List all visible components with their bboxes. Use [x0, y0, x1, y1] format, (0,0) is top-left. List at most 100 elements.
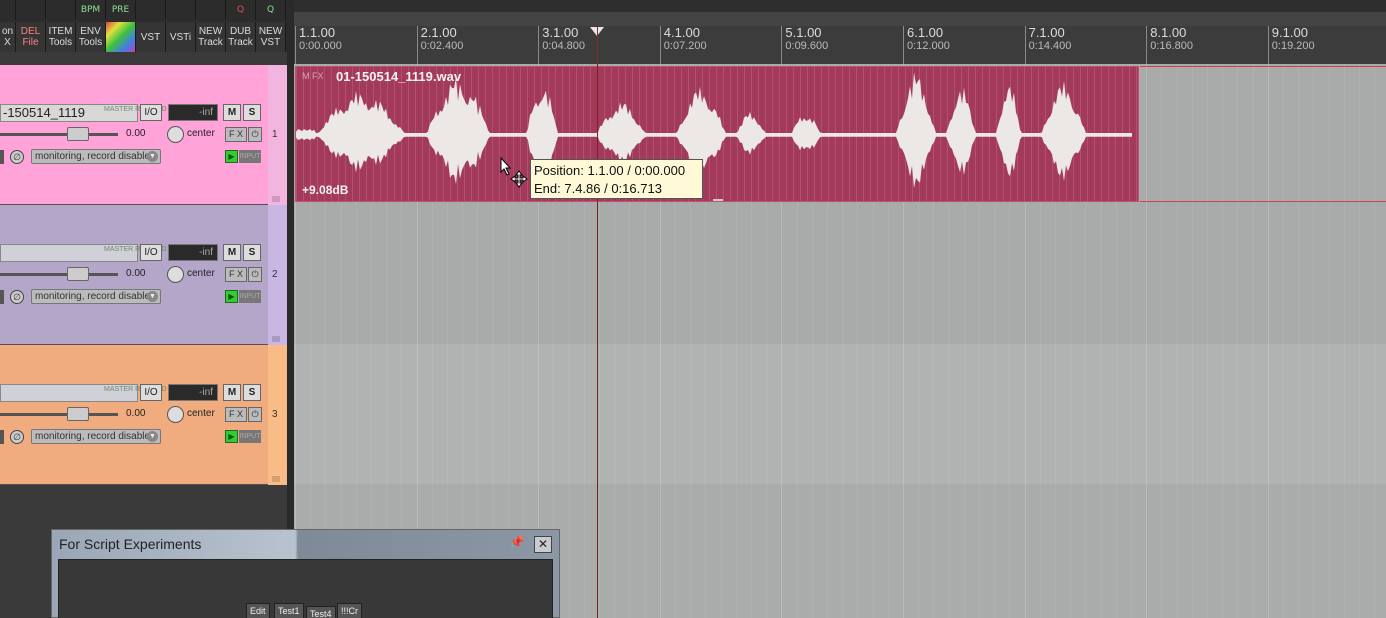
record-monitor-play-icon[interactable]: ▶ — [225, 290, 238, 303]
io-button[interactable]: I/O — [140, 104, 162, 121]
fx-bypass-power-icon[interactable]: ⏻ — [248, 407, 262, 422]
toolbar-pre-icon[interactable]: PRE — [106, 0, 136, 20]
toolbar-button-label-1: NEW — [258, 26, 283, 37]
phase-invert-icon[interactable]: ∅ — [10, 290, 24, 304]
volume-meter[interactable]: -inf — [168, 104, 218, 121]
grid-line-beat — [1191, 64, 1193, 618]
toolbar-button-new-vst[interactable]: NEW VST — [256, 22, 286, 52]
ruler-bar-label: 1.1.00 — [299, 25, 336, 40]
volume-fader-knob[interactable] — [67, 267, 89, 281]
ruler-mark: 7.1.00 0:14.400 — [1024, 26, 1072, 64]
pan-label: center — [187, 268, 215, 279]
toolbar-q-green-icon[interactable]: Q — [256, 0, 286, 20]
volume-fader-knob[interactable] — [67, 407, 89, 421]
toolbar-button-item-tools[interactable]: ITEM Tools — [46, 22, 76, 52]
toolbar-bpm-icon[interactable]: BPM — [76, 0, 106, 20]
fx-bypass-power-icon[interactable]: ⏻ — [248, 127, 262, 142]
tooltip-end: End: 7.4.86 / 0:16.713 — [534, 181, 662, 196]
ruler-mark: 8.1.00 0:16.800 — [1146, 26, 1193, 64]
pan-knob[interactable] — [167, 266, 184, 283]
fx-bypass-power-icon[interactable]: ⏻ — [248, 267, 262, 282]
selection-bottom-line — [1140, 201, 1386, 202]
toolbar-button-x[interactable]: on X — [0, 22, 16, 52]
toolbar-button-dub-track[interactable]: DUB Track — [226, 22, 256, 52]
toolbar-midi-icon[interactable] — [46, 0, 76, 20]
grid-line-beat — [1176, 64, 1178, 618]
toolbar-loop-icon[interactable] — [196, 0, 226, 20]
mute-button[interactable]: M — [223, 244, 241, 261]
toolbar-hand-icon[interactable] — [16, 0, 46, 20]
toolbar-button-vsti[interactable]: VSTi — [166, 22, 196, 52]
track-resize-handle[interactable] — [272, 476, 280, 482]
item-mute-fx-icons[interactable]: M FX — [302, 71, 324, 81]
ruler-mark: 6.1.00 0:12.000 — [903, 26, 950, 64]
toolbar-button-new-track[interactable]: NEW Track — [196, 22, 226, 52]
phase-invert-icon[interactable]: ∅ — [10, 430, 24, 444]
track-panel-3[interactable]: 3 MASTER RCV SND I/O -inf M S 0.00 cente… — [0, 345, 287, 485]
pan-knob[interactable] — [167, 126, 184, 143]
volume-fader-track[interactable] — [0, 413, 118, 416]
mute-button[interactable]: M — [223, 384, 241, 401]
track-panel-2[interactable]: 2 MASTER RCV SND I/O -inf M S 0.00 cente… — [0, 205, 287, 345]
track-number: 1 — [272, 129, 278, 140]
item-volume-handle[interactable] — [713, 199, 723, 201]
script-button-edit[interactable]: Edit — [246, 603, 270, 618]
record-monitor-play-icon[interactable]: ▶ — [225, 150, 238, 163]
chevron-down-icon: ▼ — [147, 291, 158, 302]
volume-fader-knob[interactable] — [67, 127, 89, 141]
ruler-mark: 5.1.00 0:09.600 — [781, 26, 828, 64]
ruler-time-label: 0:12.000 — [907, 40, 950, 52]
monitoring-dropdown[interactable]: monitoring, record disabled ▼ — [31, 289, 161, 304]
volume-fader-track[interactable] — [0, 133, 118, 136]
script-button-test4[interactable]: Test4 — [306, 606, 336, 618]
item-name: 01-150514_1119.wav — [336, 69, 462, 84]
monitoring-dropdown[interactable]: monitoring, record disabled ▼ — [31, 429, 161, 444]
toolbar-x-icon[interactable] — [0, 0, 16, 20]
pan-knob[interactable] — [167, 406, 184, 423]
solo-button[interactable]: S — [243, 104, 261, 121]
ruler-bar-label: 2.1.00 — [420, 25, 457, 40]
toolbar-tuner-icon[interactable] — [136, 0, 166, 20]
pin-icon[interactable]: 📌 — [509, 535, 525, 551]
script-button-test1[interactable]: Test1 — [274, 603, 304, 618]
ruler-region-band[interactable] — [294, 12, 1386, 26]
phase-invert-icon[interactable]: ∅ — [10, 150, 24, 164]
toolbar-grid-icon[interactable] — [166, 0, 196, 20]
io-button[interactable]: I/O — [140, 384, 162, 401]
record-monitor-play-icon[interactable]: ▶ — [225, 430, 238, 443]
waveform-shape — [296, 72, 1132, 189]
io-button[interactable]: I/O — [140, 244, 162, 261]
solo-button[interactable]: S — [243, 244, 261, 261]
record-arm-button[interactable] — [0, 290, 4, 304]
script-button-cr[interactable]: !!!Cr — [337, 603, 362, 618]
timeline-ruler[interactable]: 1.1.00 0:00.000 2.1.00 0:02.400 3.1.00 0:04.8… — [294, 0, 1386, 64]
record-arm-button[interactable] — [0, 150, 4, 164]
monitoring-label: monitoring, record disabled — [35, 431, 156, 442]
volume-fader-track[interactable] — [0, 273, 118, 276]
toolbar-button-vst[interactable]: VST — [136, 22, 166, 52]
track-panel-1[interactable]: 1 -150514_1119 MASTER RCV SND I/O -inf M… — [0, 65, 287, 205]
fx-button[interactable]: F X — [225, 407, 247, 422]
drag-tooltip: Position: 1.1.00 / 0:00.000 End: 7.4.86 … — [530, 159, 703, 199]
track-resize-handle[interactable] — [272, 196, 280, 202]
toolbar-q-red-icon[interactable]: Q — [226, 0, 256, 20]
volume-meter[interactable]: -inf — [168, 384, 218, 401]
solo-button[interactable]: S — [243, 384, 261, 401]
ruler-time-label: 0:14.400 — [1028, 40, 1072, 52]
close-button[interactable]: ✕ — [534, 536, 552, 553]
track-resize-handle[interactable] — [272, 336, 280, 342]
media-item[interactable]: M FX 01-150514_1119.wav +9.08dB — [295, 66, 1139, 202]
fx-button[interactable]: F X — [225, 127, 247, 142]
grid-line-beat — [1298, 64, 1300, 618]
record-arm-button[interactable] — [0, 430, 4, 444]
monitoring-dropdown[interactable]: monitoring, record disabled ▼ — [31, 149, 161, 164]
fx-button[interactable]: F X — [225, 267, 247, 282]
panel-divider[interactable] — [287, 0, 294, 618]
mute-button[interactable]: M — [223, 104, 241, 121]
track-name: -150514_1119 — [3, 105, 85, 120]
color-picker-icon[interactable] — [106, 22, 136, 52]
volume-meter[interactable]: -inf — [168, 244, 218, 261]
edit-cursor-line — [597, 64, 598, 618]
toolbar-button-env-tools[interactable]: ENV Tools — [76, 22, 106, 52]
toolbar-button-del-file[interactable]: DEL File — [16, 22, 46, 52]
